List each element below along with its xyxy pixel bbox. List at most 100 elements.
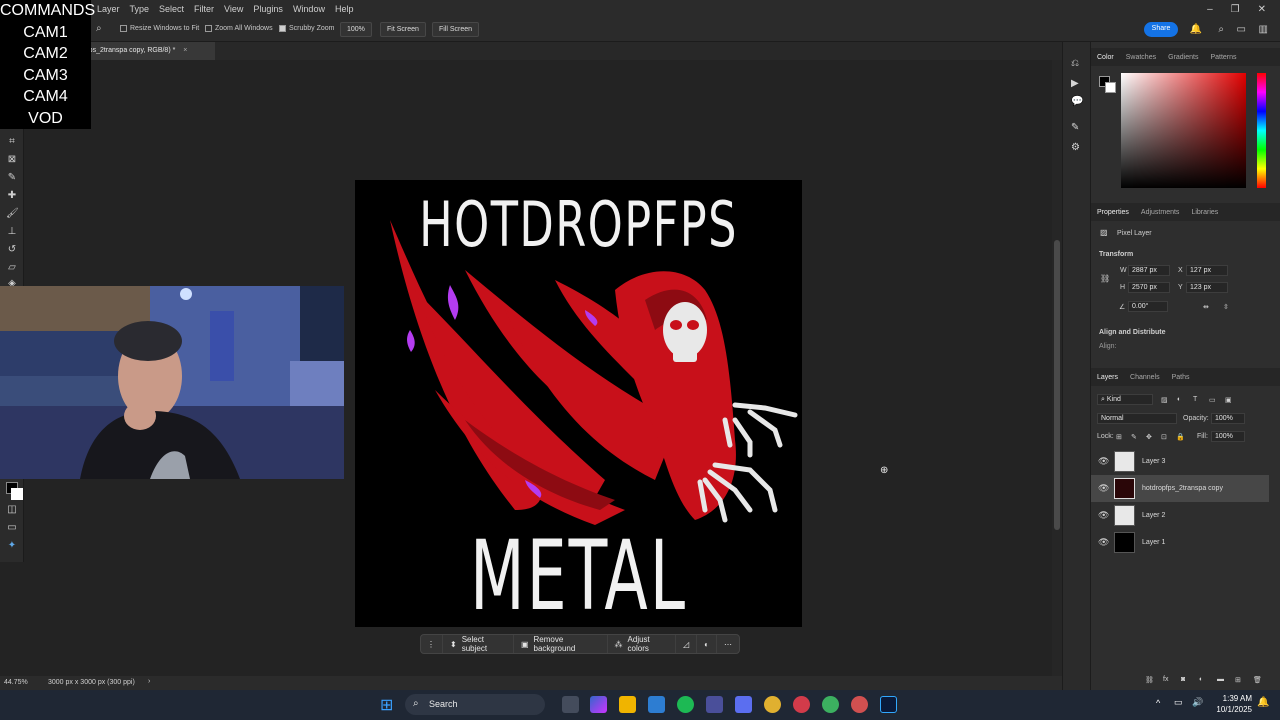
task-view-icon[interactable] (562, 696, 579, 713)
menu-window[interactable]: Window (288, 4, 330, 14)
visibility-eye-icon[interactable]: 👁 (1098, 456, 1109, 467)
maps-icon[interactable] (793, 696, 810, 713)
adjustment-icon[interactable]: ◐ (697, 635, 718, 653)
layer-row[interactable]: 👁 Layer 2 (1091, 502, 1269, 529)
healing-brush-icon[interactable]: ✚ (6, 190, 18, 202)
more-icon[interactable]: ⋯ (717, 635, 739, 653)
fill-screen-button[interactable]: Fill Screen (432, 22, 480, 37)
tab-close-icon[interactable]: × (183, 47, 187, 54)
layer-row[interactable]: 👁 Layer 3 (1091, 448, 1269, 475)
align-distribute-heading[interactable]: Align and Distribute (1099, 329, 1166, 336)
tab-patterns[interactable]: Patterns (1204, 54, 1242, 61)
x-field[interactable]: 127 px (1186, 265, 1228, 276)
eraser-tool-icon[interactable]: ▱ (6, 262, 18, 274)
width-field[interactable]: 2887 px (1128, 265, 1170, 276)
hud-fx-icon[interactable] (706, 696, 723, 713)
volume-icon[interactable]: 🔊 (1192, 697, 1203, 708)
brush-settings-icon[interactable]: ✎ (1071, 122, 1079, 133)
notepad-icon[interactable] (648, 696, 665, 713)
new-layer-icon[interactable]: ⊞ (1235, 676, 1241, 684)
history-panel-icon[interactable]: ⎌ (1071, 58, 1079, 69)
layer-filter-kind-select[interactable]: ⌕ Kind (1097, 394, 1153, 405)
visibility-eye-icon[interactable]: 👁 (1098, 510, 1109, 521)
maximize-icon[interactable]: ❐ (1231, 4, 1240, 15)
tab-libraries[interactable]: Libraries (1185, 209, 1224, 216)
generative-icon[interactable]: ✦ (6, 540, 18, 552)
hue-slider[interactable] (1257, 73, 1266, 188)
filter-shape-icon[interactable]: ▭ (1209, 396, 1216, 404)
color-picker-field[interactable] (1121, 73, 1246, 188)
chrome-icon[interactable] (764, 696, 781, 713)
tray-chevron-icon[interactable]: ^ (1156, 698, 1160, 708)
tab-color[interactable]: Color (1091, 54, 1120, 61)
filter-smart-object-icon[interactable]: ▣ (1225, 396, 1232, 404)
zoom-tool-icon[interactable]: ⌕ (96, 23, 102, 34)
workspace-icon[interactable]: ▭ (1237, 24, 1246, 35)
flip-vertical-icon[interactable]: ⇳ (1223, 303, 1229, 311)
bell-icon[interactable]: 🔔 (1190, 24, 1202, 35)
delete-layer-icon[interactable]: 🗑 (1253, 676, 1262, 684)
link-icon[interactable]: ⛓ (1100, 274, 1110, 283)
lock-transparent-icon[interactable]: ⊞ (1116, 433, 1122, 441)
background-color-chip[interactable] (1105, 82, 1116, 93)
actions-panel-icon[interactable]: ▶ (1071, 78, 1079, 89)
lock-all-icon[interactable]: 🔒 (1176, 433, 1185, 441)
lock-artboard-icon[interactable]: ⊡ (1161, 433, 1167, 441)
menu-select[interactable]: Select (154, 4, 189, 14)
copilot-icon[interactable] (590, 696, 607, 713)
menu-type[interactable]: Type (125, 4, 155, 14)
close-icon[interactable]: ✕ (1258, 4, 1266, 15)
layer-row[interactable]: 👁 Layer 1 (1091, 529, 1269, 556)
zoom-percent-button[interactable]: 100% (340, 22, 372, 37)
filter-adjustment-icon[interactable]: ◐ (1177, 396, 1181, 403)
zoom-all-checkbox[interactable]: Zoom All Windows (205, 25, 273, 32)
eyedropper-tool-icon[interactable]: ✎ (6, 172, 18, 184)
tab-layers[interactable]: Layers (1091, 374, 1124, 381)
menu-plugins[interactable]: Plugins (248, 4, 288, 14)
tab-swatches[interactable]: Swatches (1120, 54, 1162, 61)
adjust-colors-button[interactable]: ⁂ Adjust colors (608, 635, 677, 653)
resize-windows-checkbox[interactable]: Resize Windows to Fit (120, 25, 199, 32)
fit-screen-button[interactable]: Fit Screen (380, 22, 426, 37)
spotify-icon[interactable] (677, 696, 694, 713)
lock-image-icon[interactable]: ✎ (1131, 433, 1137, 441)
angle-field[interactable]: 0.00° (1128, 301, 1168, 312)
comments-panel-icon[interactable]: 💬 (1071, 96, 1083, 107)
tab-channels[interactable]: Channels (1124, 374, 1166, 381)
opacity-field[interactable]: 100% (1211, 413, 1245, 424)
select-subject-button[interactable]: ⬍ Select subject (443, 635, 514, 653)
history-brush-icon[interactable]: ↺ (6, 244, 18, 256)
search-icon[interactable]: ⌕ (1218, 24, 1224, 35)
menu-layer[interactable]: Layer (92, 4, 125, 14)
fill-field[interactable]: 100% (1211, 431, 1245, 442)
tab-gradients[interactable]: Gradients (1162, 54, 1204, 61)
frame-tool-icon[interactable]: ⊠ (6, 154, 18, 166)
file-explorer-icon[interactable] (619, 696, 636, 713)
clone-stamp-icon[interactable]: ⊥ (6, 226, 18, 238)
vertical-scrollbar[interactable] (1052, 60, 1062, 676)
zoom-level[interactable]: 44.75% (4, 679, 28, 686)
layer-row[interactable]: 👁 hotdropfps_2transpa copy (1091, 475, 1269, 502)
vertical-scroll-thumb[interactable] (1054, 240, 1060, 530)
visibility-eye-icon[interactable]: 👁 (1098, 483, 1109, 494)
blend-mode-select[interactable]: Normal (1097, 413, 1177, 424)
app-icon[interactable] (735, 696, 752, 713)
tab-paths[interactable]: Paths (1166, 374, 1196, 381)
height-field[interactable]: 2570 px (1128, 282, 1170, 293)
link-layers-icon[interactable]: ⛓ (1145, 676, 1154, 684)
tab-properties[interactable]: Properties (1091, 209, 1135, 216)
brush-tool-icon[interactable]: 🖌 (6, 208, 19, 220)
adjustment-layer-icon[interactable]: ◐ (1199, 676, 1203, 683)
chrome-profile2-icon[interactable] (851, 696, 868, 713)
share-button[interactable]: Share (1144, 22, 1178, 37)
y-field[interactable]: 123 px (1186, 282, 1228, 293)
quick-mask-icon[interactable]: ◫ (6, 504, 18, 516)
menu-help[interactable]: Help (330, 4, 359, 14)
layer-style-icon[interactable]: fx (1163, 676, 1168, 683)
menu-view[interactable]: View (219, 4, 248, 14)
mask-icon[interactable]: ◿ (676, 635, 698, 653)
notification-icon[interactable]: 🔔 (1257, 697, 1269, 708)
photoshop-icon[interactable] (880, 696, 897, 713)
visibility-eye-icon[interactable]: 👁 (1098, 537, 1109, 548)
lock-position-icon[interactable]: ✥ (1146, 433, 1152, 441)
